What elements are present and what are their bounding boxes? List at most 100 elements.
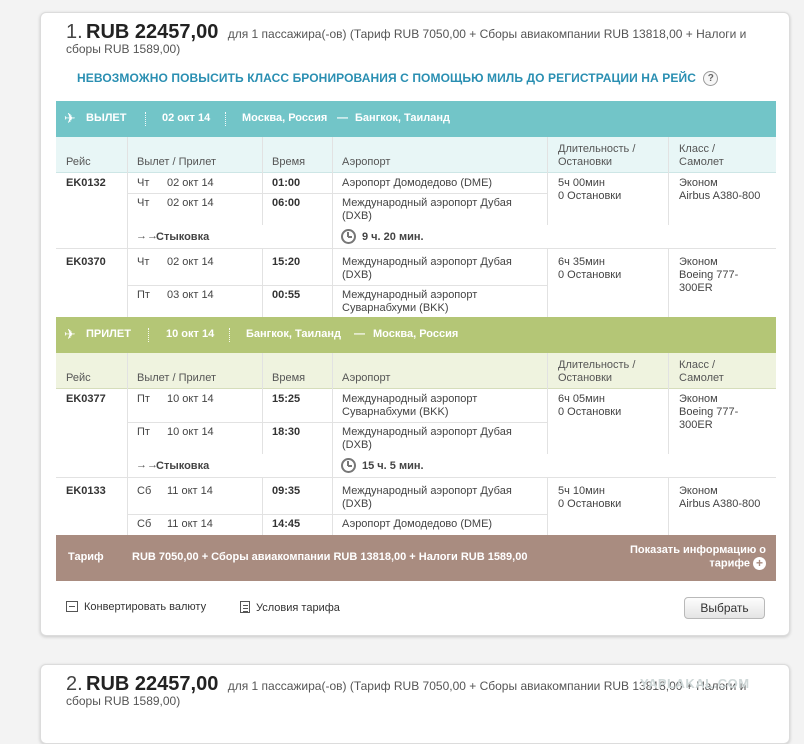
day: Пт	[137, 426, 150, 438]
date: 10 окт 14	[167, 393, 214, 405]
time: 15:20	[272, 256, 301, 268]
flight-number: EK0377	[66, 393, 106, 405]
connection-label: Стыковка	[156, 231, 210, 243]
convert-currency-label: Конвертировать валюту	[84, 601, 207, 613]
select-button[interactable]: Выбрать	[684, 597, 765, 619]
date: 02 окт 14	[167, 177, 214, 189]
offer-amount: RUB 22457,00	[86, 21, 219, 43]
col-deparr: Вылет / Прилет	[137, 372, 216, 384]
col-time: Время	[272, 372, 306, 384]
connection-duration: 15 ч. 5 мин.	[362, 460, 424, 472]
duration: 6ч 35мин	[558, 256, 605, 268]
airport: Международный аэропорт	[342, 393, 478, 405]
airport-code: (DXB)	[342, 210, 372, 222]
col-flight: Рейс	[66, 156, 91, 168]
airport: Международный аэропорт Дубая	[342, 485, 512, 497]
day: Чт	[137, 177, 150, 189]
plane-departure-icon: ✈	[64, 110, 76, 126]
stops: 0 Остановки	[558, 269, 622, 281]
divider	[225, 112, 226, 126]
plus-icon[interactable]: +	[753, 557, 766, 570]
route-dash: —	[354, 328, 365, 340]
airport: Международный аэропорт Дубая	[342, 426, 512, 438]
connection-arrows-icon: →→	[136, 459, 158, 471]
upgrade-notice-text: НЕВОЗМОЖНО ПОВЫСИТЬ КЛАСС БРОНИРОВАНИЯ С…	[77, 71, 696, 85]
duration: 6ч 05мин	[558, 393, 605, 405]
col-airport: Аэропорт	[342, 156, 391, 168]
date: 02 окт 14	[167, 256, 214, 268]
class: Эконом	[679, 393, 718, 405]
airport-code: (DXB)	[342, 269, 372, 281]
tariff-conditions-label: Условия тарифа	[256, 602, 340, 614]
upgrade-notice: НЕВОЗМОЖНО ПОВЫСИТЬ КЛАСС БРОНИРОВАНИЯ С…	[77, 71, 719, 87]
col-divider	[332, 353, 333, 535]
date: 02 окт 14	[167, 197, 214, 209]
day: Сб	[137, 485, 152, 497]
offer-number: 1.	[66, 21, 83, 43]
col-divider	[262, 137, 263, 225]
clock-icon	[341, 229, 356, 244]
connection-row: →→ Стыковка 15 ч. 5 мин.	[56, 454, 776, 478]
connection-row: →→ Стыковка 9 ч. 20 мин.	[56, 225, 776, 249]
tariff-label: Тариф	[68, 551, 104, 563]
time: 00:55	[272, 289, 301, 301]
col-divider	[332, 137, 333, 317]
airport: Аэропорт Домодедово (DME)	[342, 177, 493, 189]
departure-date: 02 окт 14	[162, 112, 211, 124]
date: 10 окт 14	[167, 426, 214, 438]
col-divider	[262, 249, 263, 317]
col-divider	[262, 478, 263, 535]
stops: 0 Остановки	[558, 498, 622, 510]
airport-code: (DXB)	[342, 498, 372, 510]
return-header: ✈ ПРИЛЕТ 10 окт 14 Бангкок, Таиланд — Мо…	[56, 317, 776, 353]
col-class: Класс / Самолет	[679, 359, 724, 384]
day: Пт	[137, 393, 150, 405]
airport: Международный аэропорт Дубая	[342, 197, 512, 209]
offer-card-1: 1. RUB 22457,00 для 1 пассажира(-ов) (Та…	[40, 12, 790, 636]
aircraft-model: 300ER	[679, 419, 713, 431]
duration: 5ч 00мин	[558, 177, 605, 189]
clock-icon	[341, 458, 356, 473]
date: 11 окт 14	[167, 518, 213, 530]
day: Чт	[137, 197, 150, 209]
class: Эконом	[679, 485, 718, 497]
aircraft: Airbus A380-800	[679, 190, 761, 202]
aircraft: Boeing 777-	[679, 269, 739, 281]
col-divider	[547, 353, 548, 454]
col-airport: Аэропорт	[342, 372, 391, 384]
time: 18:30	[272, 426, 301, 438]
document-icon	[240, 601, 250, 613]
departure-from: Москва, Россия	[242, 112, 328, 124]
col-divider	[668, 478, 669, 535]
airport: Международный аэропорт	[342, 289, 478, 301]
show-tariff-info-link[interactable]: Показать информацию о тарифе +	[630, 544, 766, 570]
day: Чт	[137, 256, 150, 268]
stops: 0 Остановки	[558, 406, 622, 418]
watermark: YAPLAKAL.COM	[640, 676, 750, 691]
currency-icon	[66, 601, 78, 612]
tariff-conditions-link[interactable]: Условия тарифа	[240, 601, 340, 614]
airport: Аэропорт Домодедово (DME)	[342, 518, 493, 530]
class: Эконом	[679, 256, 718, 268]
connection-arrows-icon: →→	[136, 230, 158, 242]
time: 01:00	[272, 177, 301, 189]
row-divider	[127, 193, 547, 194]
convert-currency-link[interactable]: Конвертировать валюту	[66, 601, 206, 613]
airport-name: Суварнабхуми (BKK)	[342, 406, 449, 418]
airport-code: (DXB)	[342, 439, 372, 451]
col-divider	[668, 137, 669, 225]
flight-number: EK0132	[66, 177, 106, 189]
time: 14:45	[272, 518, 301, 530]
return-date: 10 окт 14	[166, 328, 215, 340]
stops: 0 Остановки	[558, 190, 622, 202]
offer-number: 2.	[66, 673, 83, 695]
tariff-bar: Тариф RUB 7050,00 + Сборы авиакомпании R…	[56, 535, 776, 581]
date: 11 окт 14	[167, 485, 213, 497]
flight-number: EK0133	[66, 485, 106, 497]
return-label: ПРИЛЕТ	[86, 328, 131, 340]
help-icon[interactable]: ?	[703, 71, 719, 87]
date: 03 окт 14	[167, 289, 214, 301]
row-divider	[127, 285, 547, 286]
col-divider	[668, 353, 669, 454]
divider	[148, 328, 149, 342]
